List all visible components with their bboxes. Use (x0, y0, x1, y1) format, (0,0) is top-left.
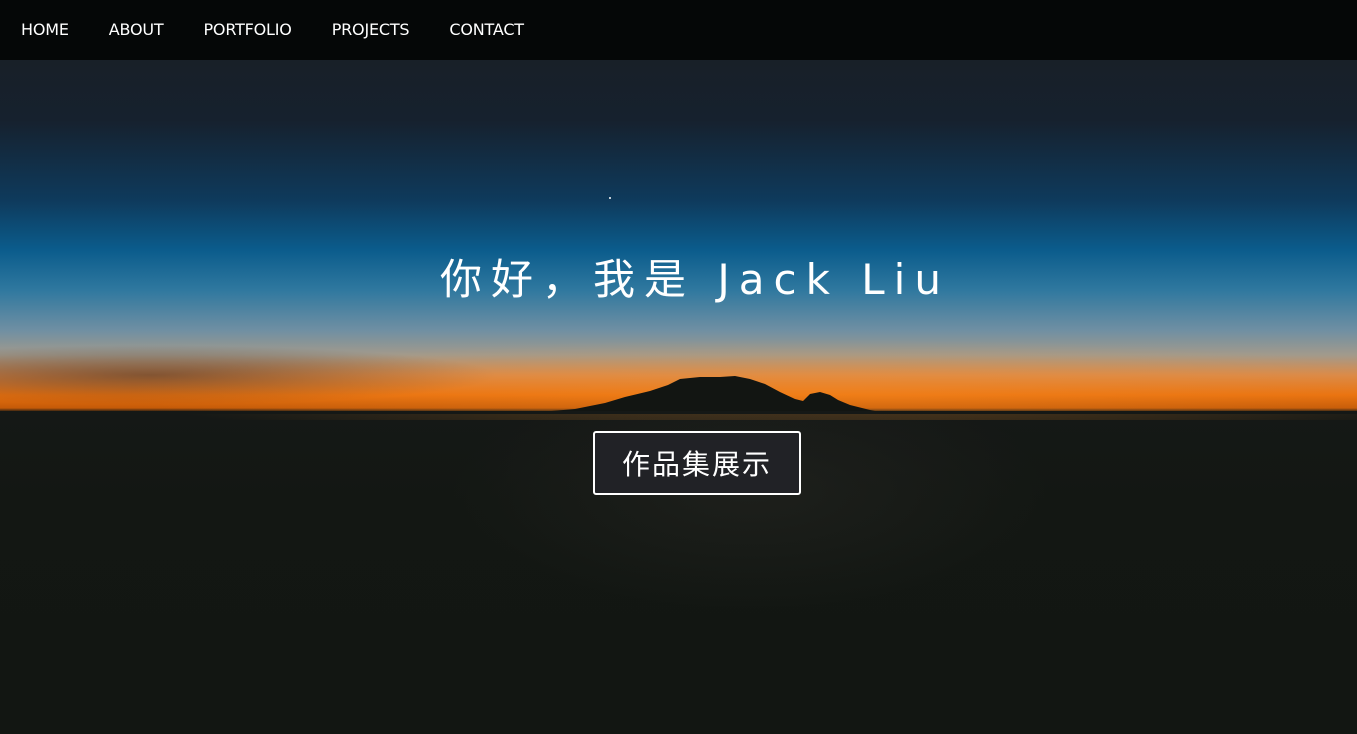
portfolio-button[interactable]: 作品集展示 (593, 431, 801, 495)
hero-title: 你好，我是 Jack Liu (440, 255, 950, 304)
nav-item-projects[interactable]: PROJECTS (332, 2, 410, 58)
nav-item-about[interactable]: ABOUT (109, 2, 164, 58)
star (609, 197, 611, 199)
navbar: HOME ABOUT PORTFOLIO PROJECTS CONTACT (0, 0, 1357, 60)
nav-list: HOME ABOUT PORTFOLIO PROJECTS CONTACT (0, 2, 564, 58)
nav-item-home[interactable]: HOME (21, 2, 69, 58)
page: HOME ABOUT PORTFOLIO PROJECTS CONTACT 你好… (0, 0, 1357, 734)
mountain-silhouette (0, 376, 1357, 414)
nav-item-portfolio[interactable]: PORTFOLIO (203, 2, 291, 58)
nav-item-contact[interactable]: CONTACT (449, 2, 524, 58)
